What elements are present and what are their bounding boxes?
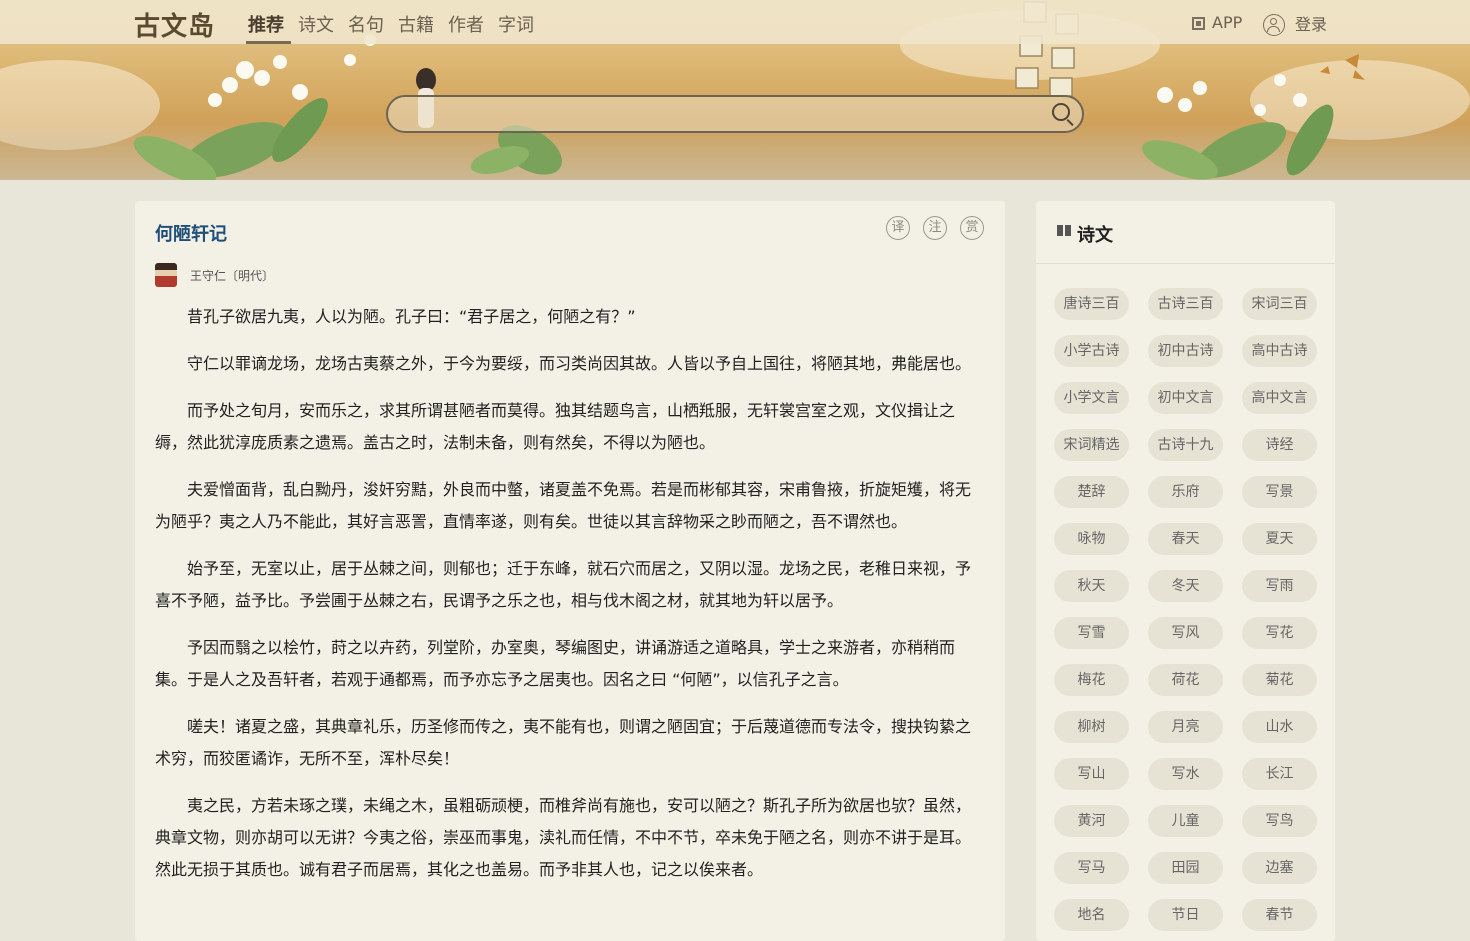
sidebar-tag[interactable]: 小学文言 <box>1054 382 1129 414</box>
login-label: 登录 <box>1295 15 1328 34</box>
sidebar-tag[interactable]: 楚辞 <box>1054 476 1129 508</box>
translate-button[interactable]: 译 <box>886 216 910 240</box>
sidebar-tag[interactable]: 乐府 <box>1148 476 1223 508</box>
nav-item-recommend[interactable]: 推荐 <box>248 11 284 37</box>
top-nav: 古文岛 推荐 诗文 名句 古籍 作者 字词 APP 登录 <box>0 0 1470 44</box>
sidebar-tag[interactable]: 唐诗三百 <box>1054 288 1129 320</box>
author-name[interactable]: 王守仁〔明代〕 <box>190 267 274 284</box>
sidebar-tag[interactable]: 儿童 <box>1148 805 1223 837</box>
sidebar-tag[interactable]: 高中文言 <box>1242 382 1317 414</box>
sidebar-header: 诗文 <box>1036 201 1335 264</box>
sidebar-tag[interactable]: 写雨 <box>1242 570 1317 602</box>
sidebar-tag[interactable]: 春节 <box>1242 899 1317 931</box>
sidebar-tag[interactable]: 写花 <box>1242 617 1317 649</box>
sidebar-tag[interactable]: 写水 <box>1148 758 1223 790</box>
nav-active-indicator <box>246 41 291 44</box>
sidebar-tag[interactable]: 诗经 <box>1242 429 1317 461</box>
nav-item-words[interactable]: 字词 <box>498 11 534 37</box>
sidebar-tag[interactable]: 地名 <box>1054 899 1129 931</box>
poem-title[interactable]: 何陋轩记 <box>155 220 227 246</box>
poem-content: 昔孔子欲居九夷，人以为陋。孔子曰：“君子居之，何陋之有？” 守仁以罪谪龙场，龙场… <box>155 301 985 901</box>
sidebar-tag[interactable]: 古诗三百 <box>1148 288 1223 320</box>
sidebar-tag[interactable]: 初中古诗 <box>1148 335 1223 367</box>
sidebar-tag[interactable]: 月亮 <box>1148 711 1223 743</box>
poem-paragraph: 予因而翳之以桧竹，莳之以卉药，列堂阶，办室奥，琴编图史，讲诵游适之道略具，学士之… <box>155 638 956 689</box>
sidebar-tag[interactable]: 写山 <box>1054 758 1129 790</box>
sidebar-tag[interactable]: 小学古诗 <box>1054 335 1129 367</box>
sidebar-tag[interactable]: 山水 <box>1242 711 1317 743</box>
login-link[interactable]: 登录 <box>1263 11 1327 36</box>
sidebar-tag[interactable]: 柳树 <box>1054 711 1129 743</box>
poem-paragraph: 守仁以罪谪龙场，龙场古夷蔡之外，于今为要绥，而习类尚因其故。人皆以予自上国往，将… <box>187 354 972 373</box>
sidebar-tag[interactable]: 初中文言 <box>1148 382 1223 414</box>
sidebar-tag[interactable]: 长江 <box>1242 758 1317 790</box>
poem-paragraph: 夫爱憎面背，乱白黝丹，浚奸穷黠，外良而中螫，诸夏盖不免焉。若是而彬郁其容，宋甫鲁… <box>155 480 972 531</box>
sidebar-tag[interactable]: 咏物 <box>1054 523 1129 555</box>
app-label: APP <box>1212 13 1243 32</box>
sidebar-tag[interactable]: 春天 <box>1148 523 1223 555</box>
poem-paragraph: 嗟夫！诸夏之盛，其典章礼乐，历圣修而传之，夷不能有也，则谓之陋固宜；于后蔑道德而… <box>155 717 972 768</box>
sidebar-tag[interactable]: 写风 <box>1148 617 1223 649</box>
nav-item-classics[interactable]: 古籍 <box>398 11 434 37</box>
poem-card: 何陋轩记 译 注 赏 王守仁〔明代〕 昔孔子欲居九夷，人以为陋。孔子曰：“君子居… <box>135 201 1005 941</box>
author-avatar[interactable] <box>155 263 177 287</box>
sidebar-tag[interactable]: 写鸟 <box>1242 805 1317 837</box>
sidebar-tag[interactable]: 菊花 <box>1242 664 1317 696</box>
site-logo[interactable]: 古文岛 <box>134 6 215 43</box>
sidebar-tag[interactable]: 古诗十九 <box>1148 429 1223 461</box>
sidebar-tag[interactable]: 夏天 <box>1242 523 1317 555</box>
sidebar-tag[interactable]: 梅花 <box>1054 664 1129 696</box>
poem-paragraph: 而予处之旬月，安而乐之，求其所谓甚陋者而莫得。独其结题鸟言，山栖羝服，无轩裳宫室… <box>155 401 956 452</box>
sidebar-tag[interactable]: 宋词精选 <box>1054 429 1129 461</box>
appreciate-button[interactable]: 赏 <box>960 216 984 240</box>
sidebar-tag[interactable]: 黄河 <box>1054 805 1129 837</box>
search-bar <box>386 95 1084 133</box>
sidebar-tag[interactable]: 冬天 <box>1148 570 1223 602</box>
sidebar-tag[interactable]: 写马 <box>1054 852 1129 884</box>
header-banner: 古文岛 推荐 诗文 名句 古籍 作者 字词 APP 登录 <box>0 0 1470 180</box>
sidebar-tag[interactable]: 荷花 <box>1148 664 1223 696</box>
sidebar-tag[interactable]: 边塞 <box>1242 852 1317 884</box>
nav-item-authors[interactable]: 作者 <box>448 11 484 37</box>
search-icon[interactable] <box>1052 103 1070 121</box>
poem-paragraph: 始予至，无室以止，居于丛棘之间，则郁也；迁于东峰，就石穴而居之，又阴以湿。龙场之… <box>155 559 972 610</box>
book-icon <box>1057 225 1071 236</box>
nav-item-famous-lines[interactable]: 名句 <box>348 11 384 37</box>
sidebar-card: 诗文 唐诗三百 古诗三百 宋词三百小学古诗 初中古诗 高中古诗小学文言 初中文言 高中文言宋… <box>1036 201 1335 941</box>
nav-item-poems[interactable]: 诗文 <box>298 11 334 37</box>
app-link[interactable]: APP <box>1192 13 1242 32</box>
poem-paragraph: 昔孔子欲居九夷，人以为陋。孔子曰：“君子居之，何陋之有？” <box>187 307 636 326</box>
search-input[interactable] <box>388 97 1044 131</box>
sidebar-tag[interactable]: 高中古诗 <box>1242 335 1317 367</box>
sidebar-tag[interactable]: 写景 <box>1242 476 1317 508</box>
user-icon <box>1263 14 1285 36</box>
sidebar-tag[interactable]: 写雪 <box>1054 617 1129 649</box>
poem-paragraph: 夷之民，方若未琢之璞，未绳之木，虽粗砺顽梗，而椎斧尚有施也，安可以陋之？斯孔子所… <box>155 796 972 879</box>
sidebar-tag[interactable]: 宋词三百 <box>1242 288 1317 320</box>
qrcode-icon <box>1192 17 1205 30</box>
sidebar-tag[interactable]: 田园 <box>1148 852 1223 884</box>
sidebar-title: 诗文 <box>1077 225 1113 246</box>
sidebar-tag[interactable]: 节日 <box>1148 899 1223 931</box>
annotate-button[interactable]: 注 <box>923 216 947 240</box>
sidebar-tag[interactable]: 秋天 <box>1054 570 1129 602</box>
